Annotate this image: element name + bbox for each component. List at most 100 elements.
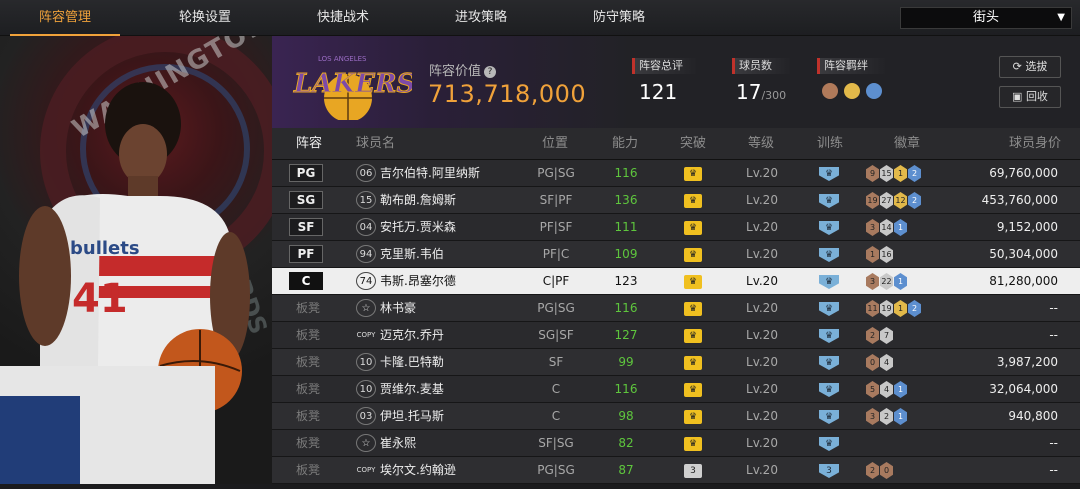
training-shield-icon[interactable]: ♛	[819, 221, 839, 235]
player-value: --	[1049, 328, 1058, 342]
breakthrough-crown-icon[interactable]: ♛	[684, 167, 702, 181]
table-row[interactable]: SG 15 勒布朗.詹姆斯 SF|PF 136 ♛ Lv.20 ♛ 19 27 12 2 453,760…	[272, 187, 1080, 214]
col-slot[interactable]: 阵容	[296, 128, 322, 160]
breakthrough-crown-icon[interactable]: 3	[684, 464, 702, 478]
jersey-number-badge: 03	[356, 407, 376, 425]
player-name[interactable]: 林书豪	[380, 295, 416, 322]
table-row[interactable]: 板凳 03 伊坦.托马斯 C 98 ♛ Lv.20 ♛ 3 2 1 940,800	[272, 403, 1080, 430]
badge-icon: 1	[894, 165, 907, 182]
breakthrough-crown-icon[interactable]: ♛	[684, 302, 702, 316]
table-row[interactable]: 板凳 ☆ 林书豪 PG|SG 116 ♛ Lv.20 ♛ 11 19 1 2 --	[272, 295, 1080, 322]
training-shield-icon[interactable]: ♛	[819, 437, 839, 451]
training-shield-icon[interactable]: ♛	[819, 194, 839, 208]
badge-group[interactable]: 321	[866, 408, 908, 426]
table-row[interactable]: PF 94 克里斯.韦伯 PF|C 109 ♛ Lv.20 ♛ 1 16 50,304,000	[272, 241, 1080, 268]
training-shield-icon[interactable]: ♛	[819, 248, 839, 262]
table-row[interactable]: C 74 韦斯.昂塞尔德 C|PF 123 ♛ Lv.20 ♛ 3 22 1 81,280,000	[272, 268, 1080, 295]
breakthrough-crown-icon[interactable]: ♛	[684, 221, 702, 235]
col-ability[interactable]: 能力	[612, 128, 638, 160]
breakthrough-crown-icon[interactable]: ♛	[684, 329, 702, 343]
player-name[interactable]: 吉尔伯特.阿里纳斯	[380, 160, 480, 187]
tab-lineup[interactable]: 阵容管理	[10, 0, 120, 36]
table-row[interactable]: 板凳 ☆ 崔永熙 SF|SG 82 ♛ Lv.20 ♛ --	[272, 430, 1080, 457]
help-icon[interactable]: ?	[484, 65, 497, 78]
player-name[interactable]: 伊坦.托马斯	[380, 403, 444, 430]
badge-icon: 2	[908, 300, 921, 317]
breakthrough-crown-icon[interactable]: ♛	[684, 383, 702, 397]
mode-select-value: 街头	[972, 10, 999, 25]
table-row[interactable]: 板凳 10 卡隆.巴特勒 SF 99 ♛ Lv.20 ♛ 0 4 3,987,200	[272, 349, 1080, 376]
table-row[interactable]: 板凳 COPY 迈克尔.乔丹 SG|SF 127 ♛ Lv.20 ♛ 2 7 --	[272, 322, 1080, 349]
col-position[interactable]: 位置	[542, 128, 568, 160]
badge-icon: 16	[880, 246, 893, 263]
bond-icon-blue[interactable]	[866, 83, 882, 99]
jersey-number-badge: 10	[356, 380, 376, 398]
player-name[interactable]: 埃尔文.约翰逊	[380, 457, 456, 484]
jersey-number: 41	[72, 276, 128, 322]
player-name[interactable]: 崔永熙	[380, 430, 416, 457]
tab-quick-tactics[interactable]: 快捷战术	[288, 0, 398, 36]
badge-group[interactable]: 19 27 12 2	[866, 192, 922, 210]
bond-icon-gold[interactable]	[844, 83, 860, 99]
breakthrough-crown-icon[interactable]: ♛	[684, 275, 702, 289]
player-value: 69,760,000	[989, 166, 1058, 180]
badge-icon: 2	[908, 192, 921, 209]
table-row[interactable]: 板凳 10 贾维尔.麦基 C 116 ♛ Lv.20 ♛ 5 4 1 32,064,000	[272, 376, 1080, 403]
training-shield-icon[interactable]: ♛	[819, 167, 839, 181]
badge-group[interactable]: 20	[866, 462, 894, 480]
slot-badge: SG	[289, 191, 323, 209]
select-button-label: 选拔	[1025, 60, 1048, 73]
player-count-max: /300	[761, 89, 787, 102]
bond-icon-bronze[interactable]	[822, 83, 838, 99]
training-shield-icon[interactable]: ♛	[819, 275, 839, 289]
training-shield-icon[interactable]: 3	[819, 464, 839, 478]
player-name[interactable]: 勒布朗.詹姆斯	[380, 187, 456, 214]
lineup-rating: 121	[639, 80, 678, 104]
jersey-number-badge: ☆	[356, 299, 376, 317]
col-badges[interactable]: 徽章	[894, 128, 920, 160]
breakthrough-crown-icon[interactable]: ♛	[684, 356, 702, 370]
badge-group[interactable]: 11 19 1 2	[866, 300, 922, 318]
table-row[interactable]: 板凳 COPY 埃尔文.约翰逊 PG|SG 87 3 Lv.20 3 2 0 --	[272, 457, 1080, 484]
tab-defense[interactable]: 防守策略	[564, 0, 674, 36]
slot-label: 板凳	[296, 409, 321, 423]
badge-group[interactable]: 3 22 1	[866, 273, 908, 291]
tab-offense[interactable]: 进攻策略	[426, 0, 536, 36]
training-shield-icon[interactable]: ♛	[819, 302, 839, 316]
tab-rotation[interactable]: 轮换设置	[150, 0, 260, 36]
breakthrough-crown-icon[interactable]: ♛	[684, 410, 702, 424]
col-name[interactable]: 球员名	[356, 128, 395, 160]
breakthrough-crown-icon[interactable]: ♛	[684, 248, 702, 262]
player-name[interactable]: 迈克尔.乔丹	[380, 322, 444, 349]
recycle-button[interactable]: ▣ 回收	[999, 86, 1061, 108]
training-shield-icon[interactable]: ♛	[819, 356, 839, 370]
player-level: Lv.20	[746, 328, 778, 342]
player-name[interactable]: 韦斯.昂塞尔德	[380, 268, 456, 295]
breakthrough-crown-icon[interactable]: ♛	[684, 194, 702, 208]
table-row[interactable]: SF 04 安托万.贾米森 PF|SF 111 ♛ Lv.20 ♛ 3 14 1 9,152,000	[272, 214, 1080, 241]
training-shield-icon[interactable]: ♛	[819, 329, 839, 343]
player-name[interactable]: 安托万.贾米森	[380, 214, 456, 241]
training-shield-icon[interactable]: ♛	[819, 383, 839, 397]
training-shield-icon[interactable]: ♛	[819, 410, 839, 424]
mode-select[interactable]: 街头 ▼	[900, 7, 1072, 29]
lineup-rating-label: 阵容总评	[632, 58, 698, 74]
badge-group[interactable]: 04	[866, 354, 894, 372]
player-name[interactable]: 卡隆.巴特勒	[380, 349, 444, 376]
col-breakthrough[interactable]: 突破	[680, 128, 706, 160]
badge-group[interactable]: 9 15 1 2	[866, 165, 922, 183]
table-row[interactable]: PG 06 吉尔伯特.阿里纳斯 PG|SG 116 ♛ Lv.20 ♛ 9 15 1 2 69,760,…	[272, 160, 1080, 187]
player-name[interactable]: 克里斯.韦伯	[380, 241, 444, 268]
badge-group[interactable]: 27	[866, 327, 894, 345]
player-value: 3,987,200	[996, 355, 1058, 369]
breakthrough-crown-icon[interactable]: ♛	[684, 437, 702, 451]
col-level[interactable]: 等级	[748, 128, 774, 160]
badge-group[interactable]: 3 14 1	[866, 219, 908, 237]
badge-group[interactable]: 1 16	[866, 246, 894, 264]
col-training[interactable]: 训练	[817, 128, 843, 160]
select-button[interactable]: ⟳ 选拔	[999, 56, 1061, 78]
badge-group[interactable]: 541	[866, 381, 908, 399]
col-value[interactable]: 球员身价	[1009, 128, 1061, 160]
jersey-number-badge: 10	[356, 353, 376, 371]
player-name[interactable]: 贾维尔.麦基	[380, 376, 444, 403]
